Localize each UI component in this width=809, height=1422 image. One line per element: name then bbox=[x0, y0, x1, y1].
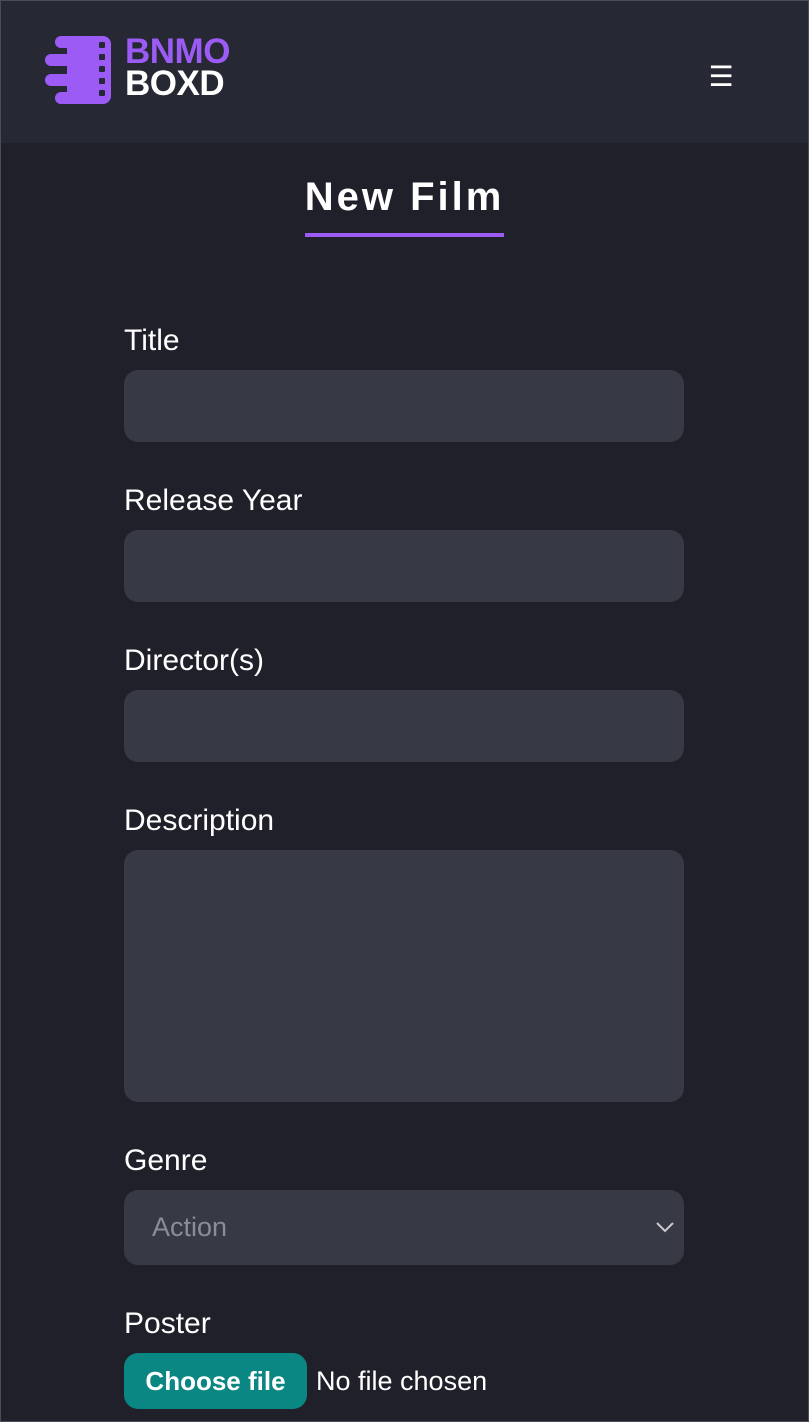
brand-name: BNMO BOXD bbox=[125, 34, 230, 103]
page-heading: New Film bbox=[1, 173, 808, 237]
title-input[interactable] bbox=[124, 370, 684, 442]
brand-logo[interactable]: BNMO BOXD bbox=[43, 34, 243, 107]
genre-select[interactable]: Action bbox=[124, 1190, 684, 1265]
chevron-down-icon bbox=[656, 1222, 674, 1233]
app-frame: BNMO BOXD ☰ New Film Title Release Year … bbox=[0, 0, 809, 1422]
title-label: Title bbox=[124, 324, 180, 357]
directors-input[interactable] bbox=[124, 690, 684, 762]
brand-line2: BOXD bbox=[125, 64, 225, 103]
release-year-label: Release Year bbox=[124, 484, 303, 517]
page-title: New Film bbox=[304, 173, 505, 237]
genre-selected-value: Action bbox=[152, 1212, 228, 1242]
film-reel-logo-icon bbox=[45, 36, 111, 104]
description-textarea[interactable] bbox=[124, 850, 684, 1102]
file-status-text: No file chosen bbox=[316, 1366, 488, 1396]
navbar: BNMO BOXD ☰ bbox=[1, 1, 808, 143]
choose-file-button[interactable]: Choose file bbox=[124, 1353, 307, 1409]
hamburger-menu-icon[interactable]: ☰ bbox=[705, 59, 737, 95]
genre-label: Genre bbox=[124, 1144, 208, 1177]
description-label: Description bbox=[124, 804, 275, 837]
directors-label: Director(s) bbox=[124, 644, 264, 677]
release-year-input[interactable] bbox=[124, 530, 684, 602]
poster-label: Poster bbox=[124, 1307, 211, 1340]
